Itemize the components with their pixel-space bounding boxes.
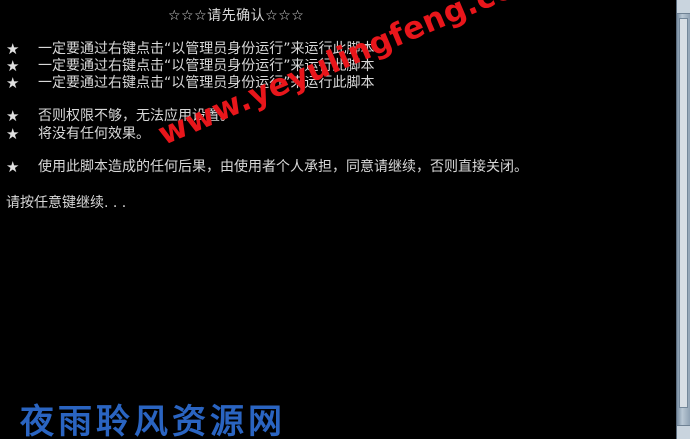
scroll-down-arrow-icon[interactable] [677,425,690,439]
continue-prompt: 请按任意键继续. . . [6,195,127,211]
scrollbar-thumb[interactable] [679,18,688,408]
star-icon: ★ [6,107,20,125]
console-window: ☆☆☆请先确认☆☆☆ ★ 一定要通过右键点击“以管理员身份运行”来运行此脚本 ★… [0,0,690,439]
vertical-scrollbar[interactable] [676,0,690,439]
scroll-up-arrow-icon[interactable] [677,0,690,14]
console-title-line: ☆☆☆请先确认☆☆☆ [168,8,305,24]
star-icon: ★ [6,74,20,92]
star-icon: ★ [6,158,20,176]
console-line-6: 使用此脚本造成的任何后果，由使用者个人承担，同意请继续，否则直接关闭。 [38,159,528,175]
star-icon: ★ [6,40,20,58]
watermark-logo: 夜雨聆风资源网 [20,402,286,439]
star-icon: ★ [6,57,20,75]
console-line-5: 将没有任何效果。 [38,126,150,142]
star-icon: ★ [6,125,20,143]
